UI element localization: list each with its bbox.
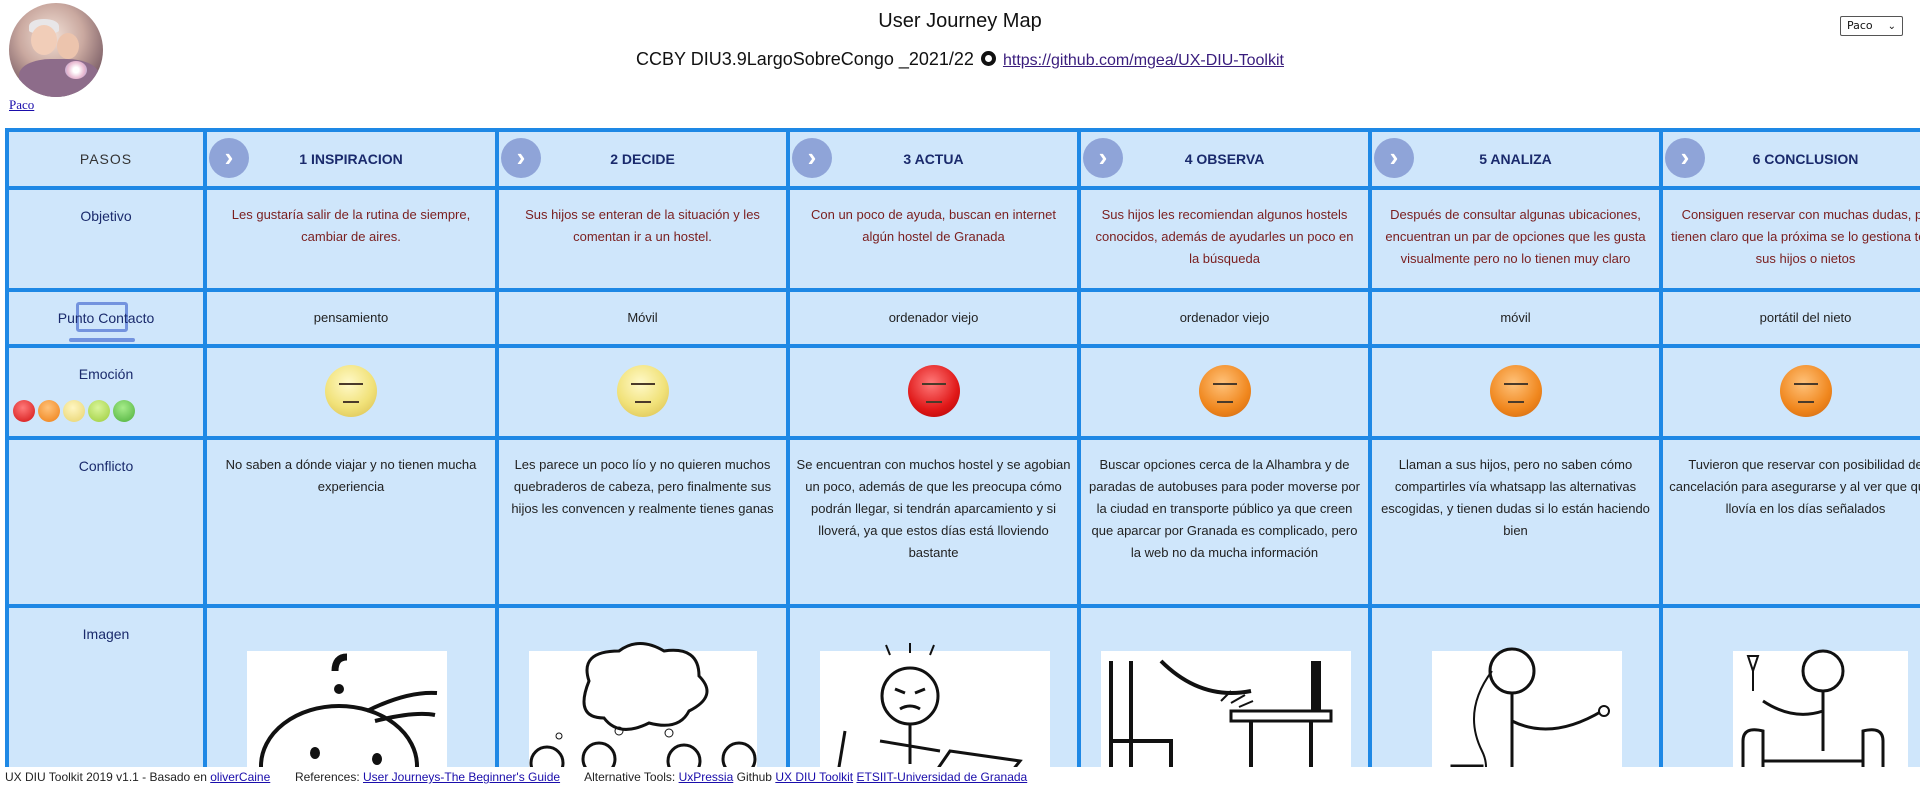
goal-cell: Consiguen reservar con muchas dudas, pe … xyxy=(1663,190,1920,288)
step-label: 2 DECIDE xyxy=(610,151,675,167)
arrow-right-icon: › xyxy=(1665,138,1705,178)
footer-github-label: Github xyxy=(736,770,772,784)
goal-cell: Les gustaría salir de la rutina de siemp… xyxy=(207,190,495,288)
emotion-cell xyxy=(1372,348,1659,436)
emotion-scale xyxy=(13,400,138,426)
computer-desk-sketch xyxy=(1101,651,1351,767)
image-cell xyxy=(790,608,1077,767)
footer: UX DIU Toolkit 2019 v1.1 - Basado en oli… xyxy=(5,770,1027,784)
contact-cell: ordenador viejo xyxy=(790,292,1077,344)
step-3: › 3 ACTUA xyxy=(790,132,1077,186)
step-label: 5 ANALIZA xyxy=(1479,151,1552,167)
image-cell xyxy=(499,608,786,767)
emotion-cell xyxy=(1081,348,1368,436)
arrow-right-icon: › xyxy=(501,138,541,178)
row-label-emotion-text: Emoción xyxy=(78,366,134,382)
row-label-contact-text: Punto Contacto xyxy=(57,310,155,326)
emotion-cell xyxy=(1663,348,1920,436)
repo-link[interactable]: https://github.com/mgea/UX-DIU-Toolkit xyxy=(1003,52,1284,69)
page-title: User Journey Map xyxy=(878,10,1042,32)
github-icon xyxy=(980,51,996,67)
angry-face-icon xyxy=(907,365,960,417)
persona-select[interactable]: Paco ⌄ xyxy=(1840,16,1903,36)
thinking-family-sketch xyxy=(529,642,757,767)
confused-person-sketch xyxy=(247,651,447,767)
goal-cell: Sus hijos les recomiendan algunos hostel… xyxy=(1081,190,1368,288)
neutral-face-icon xyxy=(63,400,85,422)
image-cell xyxy=(1372,608,1659,767)
neutral-face-icon xyxy=(616,365,669,417)
angry-face-icon xyxy=(13,400,35,422)
goal-cell: Con un poco de ayuda, buscan en internet… xyxy=(790,190,1077,288)
image-cell xyxy=(1663,608,1920,767)
step-label: 3 ACTUA xyxy=(903,151,964,167)
image-cell xyxy=(207,608,495,767)
image-cell xyxy=(1081,608,1368,767)
emotion-cell xyxy=(207,348,495,436)
footer-alt-label: Alternative Tools: xyxy=(584,770,676,784)
emotion-cell xyxy=(790,348,1077,436)
step-label: 1 INSPIRACION xyxy=(299,151,403,167)
row-label-image: Imagen xyxy=(9,608,203,767)
refs-link[interactable]: User Journeys-The Beginner's Guide xyxy=(363,770,560,784)
subtitle-text: CCBY DIU3.9LargoSobreCongo _2021/22 xyxy=(636,49,974,69)
persona-link[interactable]: Paco xyxy=(9,97,34,113)
contact-cell: ordenador viejo xyxy=(1081,292,1368,344)
relaxed-chair-sketch xyxy=(1733,649,1908,767)
arrow-right-icon: › xyxy=(1083,138,1123,178)
row-label-conflict: Conflicto xyxy=(9,440,203,604)
step-label: 6 CONCLUSION xyxy=(1752,151,1859,167)
emotion-cell xyxy=(499,348,786,436)
angry-laptop-sketch xyxy=(820,643,1050,767)
arrow-right-icon: › xyxy=(209,138,249,178)
happy-face-icon xyxy=(113,400,135,422)
step-6: › 6 CONCLUSION xyxy=(1663,132,1920,186)
chevron-down-icon: ⌄ xyxy=(1887,21,1896,32)
annoyed-face-icon xyxy=(1198,365,1251,417)
contact-cell: móvil xyxy=(1372,292,1659,344)
row-label-goal: Objetivo xyxy=(9,190,203,288)
conflict-cell: Les parece un poco lío y no quieren much… xyxy=(499,440,786,604)
toolkit-link[interactable]: UX DIU Toolkit xyxy=(775,770,853,784)
page-subtitle: CCBY DIU3.9LargoSobreCongo _2021/22 http… xyxy=(0,49,1920,70)
goal-cell: Después de consultar algunas ubicaciones… xyxy=(1372,190,1659,288)
row-label-contact: Punto Contacto xyxy=(9,292,203,344)
footer-refs-label: References: xyxy=(294,770,360,784)
conflict-cell: Buscar opciones cerca de la Alhambra y d… xyxy=(1081,440,1368,604)
annoyed-face-icon xyxy=(1779,365,1832,417)
conflict-cell: Llaman a sus hijos, pero no saben cómo c… xyxy=(1372,440,1659,604)
footer-credit: UX DIU Toolkit 2019 v1.1 - Basado en xyxy=(5,770,207,784)
row-label-emotion: Emoción xyxy=(9,348,203,436)
uxpressia-link[interactable]: UxPressia xyxy=(679,770,734,784)
phone-call-sketch xyxy=(1432,647,1622,767)
goal-cell: Sus hijos se enteran de la situación y l… xyxy=(499,190,786,288)
step-5: › 5 ANALIZA xyxy=(1372,132,1659,186)
conflict-cell: Se encuentran con muchos hostel y se ago… xyxy=(790,440,1077,604)
contact-cell: Móvil xyxy=(499,292,786,344)
annoyed-face-icon xyxy=(1489,365,1542,417)
step-4: › 4 OBSERVA xyxy=(1081,132,1368,186)
contact-cell: pensamiento xyxy=(207,292,495,344)
contact-cell: portátil del nieto xyxy=(1663,292,1920,344)
annoyed-face-icon xyxy=(38,400,60,422)
content-face-icon xyxy=(88,400,110,422)
step-1: › 1 INSPIRACION xyxy=(207,132,495,186)
conflict-cell: Tuvieron que reservar con posibilidad de… xyxy=(1663,440,1920,604)
credit-link[interactable]: oliverCaine xyxy=(210,770,270,784)
etsiit-link[interactable]: ETSIIT-Universidad de Granada xyxy=(856,770,1027,784)
row-label-steps: PASOS xyxy=(9,132,203,186)
arrow-right-icon: › xyxy=(1374,138,1414,178)
step-label: 4 OBSERVA xyxy=(1184,151,1265,167)
arrow-right-icon: › xyxy=(792,138,832,178)
journey-grid: PASOS › 1 INSPIRACION › 2 DECIDE › 3 ACTUA … xyxy=(5,128,1920,767)
conflict-cell: No saben a dónde viajar y no tienen much… xyxy=(207,440,495,604)
persona-select-value: Paco xyxy=(1847,19,1873,32)
step-2: › 2 DECIDE xyxy=(499,132,786,186)
neutral-face-icon xyxy=(325,365,377,417)
